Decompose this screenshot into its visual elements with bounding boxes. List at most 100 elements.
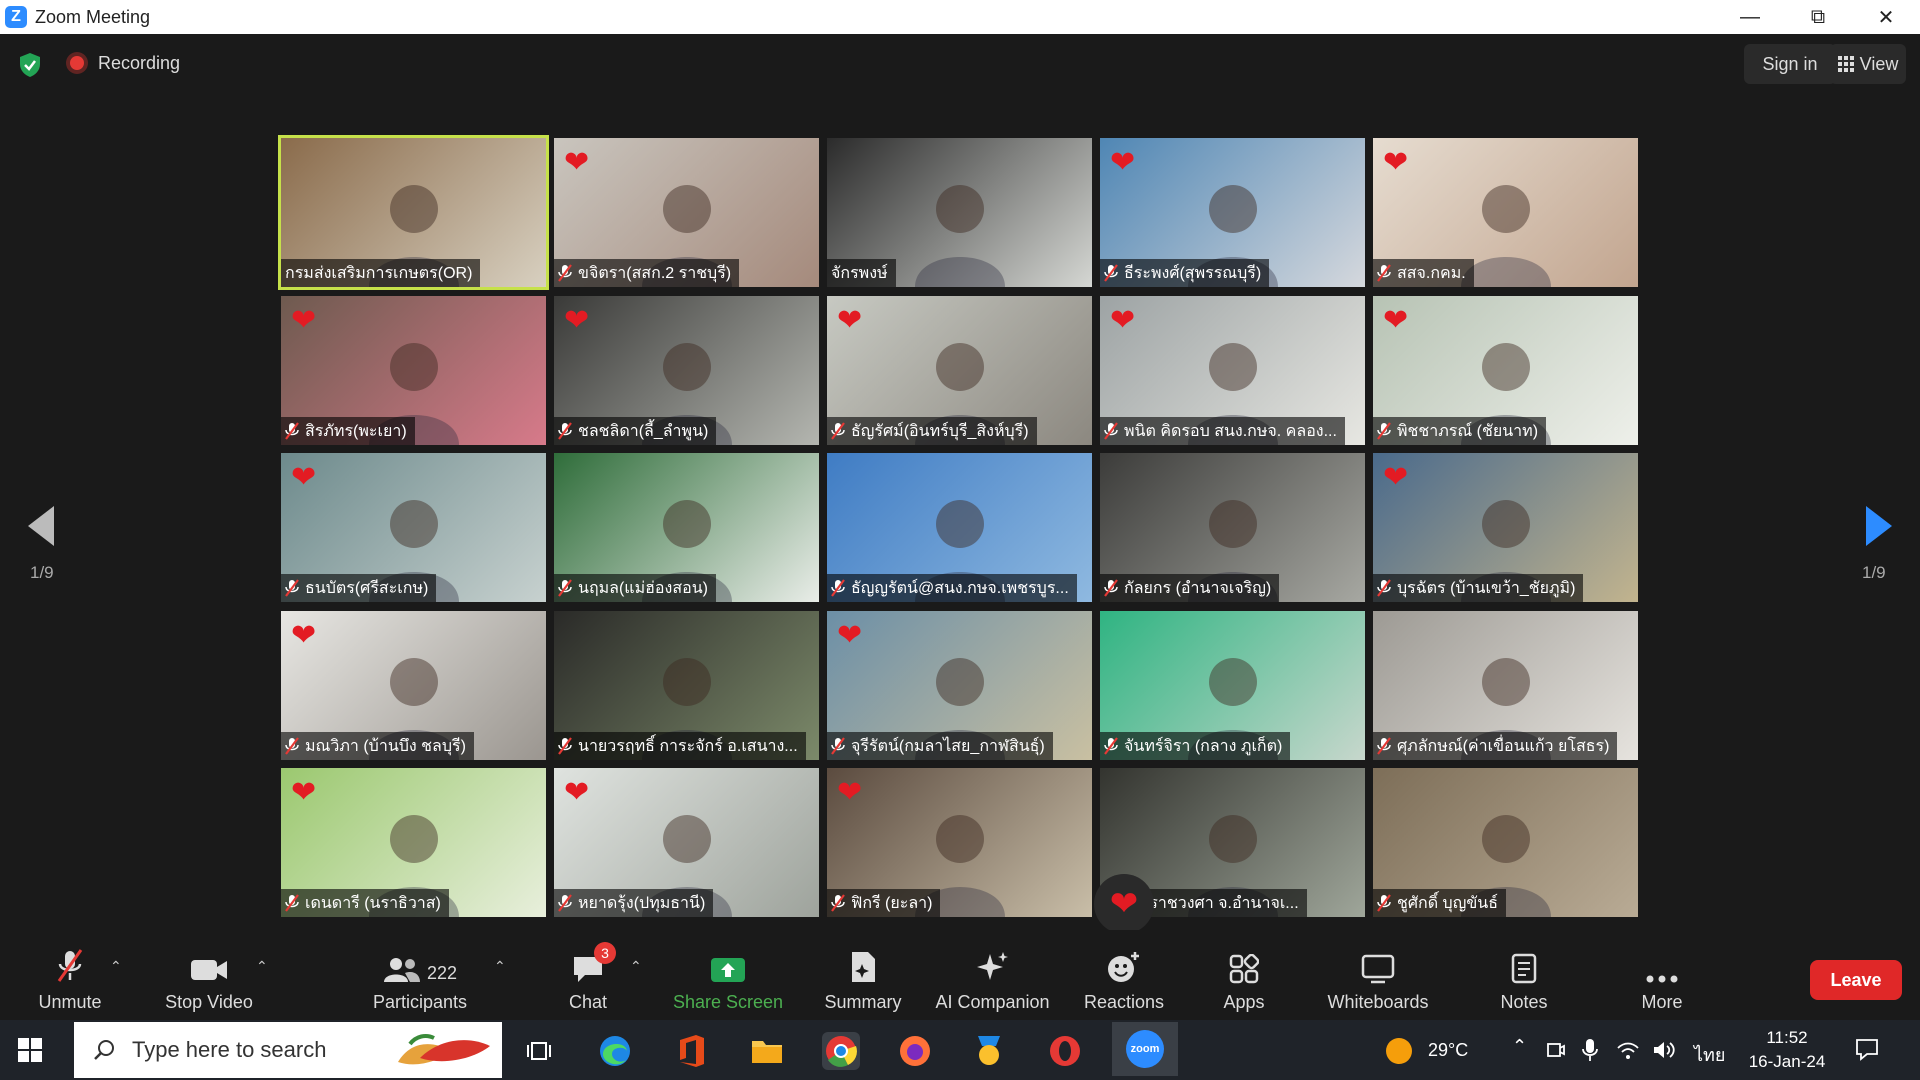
participant-video-tile[interactable]: กรมส่งเสริมการเกษตร(OR) <box>278 135 549 290</box>
firefox-icon[interactable] <box>896 1032 934 1070</box>
participant-video-tile[interactable]: ศุภลักษณ์(ค่าเขื่อนแก้ว ยโสธร) <box>1373 611 1638 760</box>
participants-icon <box>383 958 420 982</box>
participant-video-tile[interactable]: ❤ ธนบัตร(ศรีสะเกษ) <box>281 453 546 602</box>
participant-video-tile[interactable]: ชูศักดิ์ บุญขันธ์ <box>1373 768 1638 917</box>
notification-center-icon[interactable] <box>1855 1037 1879 1061</box>
participant-video-tile[interactable]: ❤ มณวิภา (บ้านบึง ชลบุรี) <box>281 611 546 760</box>
office-icon[interactable] <box>672 1032 710 1070</box>
participant-video-tile[interactable]: ❤ ธีระพงศ์(สุพรรณบุรี) <box>1100 138 1365 287</box>
apps-icon <box>1229 940 1259 984</box>
participant-name: พิชชาภรณ์ (ชัยนาท) <box>1397 422 1539 440</box>
award-app-icon[interactable] <box>970 1032 1008 1070</box>
participant-video-tile[interactable]: กัลยกร (อำนาจเจริญ) <box>1100 453 1365 602</box>
muted-mic-icon <box>558 579 572 597</box>
participant-video-tile[interactable]: ❤ เดนดารี (นราธิวาส) <box>281 768 546 917</box>
microphone-tray-icon[interactable] <box>1582 1038 1598 1067</box>
muted-mic-icon <box>285 737 299 755</box>
participant-video-tile[interactable]: ❤ ฟิกรี (ยะลา) <box>827 768 1092 917</box>
participant-video-tile[interactable]: ❤ สสจ.กคม. <box>1373 138 1638 287</box>
heart-reaction-icon: ❤ <box>1110 146 1136 179</box>
ai-companion-button[interactable]: AI Companion <box>930 940 1055 1030</box>
participant-name-label: ธนบัตร(ศรีสะเกษ) <box>281 574 437 602</box>
participant-video-tile[interactable]: จักรพงษ์ <box>827 138 1092 287</box>
heart-reaction-icon: ❤ <box>564 146 590 179</box>
ai-sparkle-icon <box>975 940 1011 984</box>
file-explorer-icon[interactable] <box>748 1032 786 1070</box>
notes-button[interactable]: Notes <box>1484 940 1564 1030</box>
chat-unread-badge: 3 <box>594 942 616 964</box>
participant-name: ชลชลิดา(ลี้_ลำพูน) <box>578 422 709 440</box>
whiteboards-label: Whiteboards <box>1327 992 1429 1012</box>
participant-video-tile[interactable]: ❤ บุรฉัตร (บ้านเขว้า_ชัยภูมิ) <box>1373 453 1638 602</box>
participant-video-tile[interactable]: ❤ จุรีรัตน์(กมลาไสย_กาฬสินธุ์) <box>827 611 1092 760</box>
muted-mic-icon <box>1377 422 1391 440</box>
chrome-icon[interactable] <box>822 1032 860 1070</box>
participant-name: จันทร์จิรา (กลาง ภูเก็ต) <box>1124 737 1283 755</box>
input-language[interactable]: ไทย <box>1694 1040 1725 1069</box>
participant-video-tile[interactable]: ธัญญรัตน์@สนง.กษจ.เพชรบูร... <box>827 453 1092 602</box>
heart-reaction-icon: ❤ <box>291 776 317 809</box>
participant-video-tile[interactable]: ❤ ขจิตรา(สสก.2 ราชบุรี) <box>554 138 819 287</box>
more-button[interactable]: More <box>1622 940 1702 1030</box>
muted-mic-icon <box>1104 737 1118 755</box>
more-label: More <box>1641 992 1683 1012</box>
task-view-icon[interactable] <box>520 1032 558 1070</box>
muted-mic-icon <box>285 422 299 440</box>
muted-mic-icon <box>1104 579 1118 597</box>
summary-button[interactable]: Summary <box>808 940 918 1030</box>
reactions-button[interactable]: Reactions <box>1074 940 1174 1030</box>
chat-button[interactable]: Chat <box>548 940 628 1030</box>
weather-temperature[interactable]: 29°C <box>1428 1040 1468 1061</box>
participant-video-tile[interactable]: นายวรฤทธิ์ การะจักร์ อ.เสนาง... <box>554 611 819 760</box>
muted-mic-icon <box>558 264 572 282</box>
share-screen-button[interactable]: Share Screen <box>668 940 788 1030</box>
participant-video-tile[interactable]: ❤ ชลชลิดา(ลี้_ลำพูน) <box>554 296 819 445</box>
participants-options-caret-icon[interactable]: ⌃ <box>494 958 506 975</box>
participants-button[interactable]: 222 Participants <box>360 940 480 1030</box>
participant-video-tile[interactable]: ❤ พนิต คิดรอบ สนง.กษจ. คลอง... <box>1100 296 1365 445</box>
meet-now-icon[interactable] <box>1546 1040 1566 1065</box>
more-dots-icon <box>1645 940 1679 984</box>
participant-video-tile[interactable]: ❤ ธัญรัศม์(อินทร์บุรี_สิงห์บุรี) <box>827 296 1092 445</box>
participant-name-label: ขจิตรา(สสก.2 ราชบุรี) <box>554 259 740 287</box>
participant-name: ขจิตรา(สสก.2 ราชบุรี) <box>578 264 732 282</box>
volume-icon[interactable] <box>1652 1040 1676 1065</box>
video-gallery: กรมส่งเสริมการเกษตร(OR) ❤ ขจิตรา(สสก.2 ราช… <box>0 0 1920 920</box>
participant-video-tile[interactable]: ❤ หยาดรุ้ง(ปทุมธานี) <box>554 768 819 917</box>
participant-video-tile[interactable]: ❤ สิรภัทร(พะเยา) <box>281 296 546 445</box>
participant-name-label: พิชชาภรณ์ (ชัยนาท) <box>1373 417 1547 445</box>
chat-options-caret-icon[interactable]: ⌃ <box>630 958 642 975</box>
heart-reaction-icon: ❤ <box>837 304 863 337</box>
participant-name-label: นายวรฤทธิ์ การะจักร์ อ.เสนาง... <box>554 732 806 760</box>
video-options-caret-icon[interactable]: ⌃ <box>256 958 268 975</box>
unmute-button[interactable]: Unmute <box>20 940 120 1030</box>
taskbar-clock[interactable]: 11:52 16-Jan-24 <box>1742 1026 1832 1074</box>
taskbar-search-box[interactable]: Type here to search <box>74 1022 502 1078</box>
weather-sun-icon[interactable] <box>1384 1036 1414 1071</box>
show-hidden-icons-chevron-icon[interactable]: ⌃ <box>1512 1036 1527 1057</box>
apps-button[interactable]: Apps <box>1204 940 1284 1030</box>
stop-video-button[interactable]: Stop Video <box>154 940 264 1030</box>
zoom-taskbar-button[interactable]: zoom <box>1112 1022 1178 1076</box>
leave-button[interactable]: Leave <box>1810 960 1902 1000</box>
participant-video-tile[interactable]: ❤ พิชชาภรณ์ (ชัยนาท) <box>1373 296 1638 445</box>
windows-start-icon[interactable] <box>18 1038 42 1062</box>
summary-label: Summary <box>824 992 902 1012</box>
audio-options-caret-icon[interactable]: ⌃ <box>110 958 122 975</box>
participant-name: พนิต คิดรอบ สนง.กษจ. คลอง... <box>1124 422 1337 440</box>
opera-icon[interactable] <box>1046 1032 1084 1070</box>
whiteboards-button[interactable]: Whiteboards <box>1318 940 1438 1030</box>
participant-name-label: จักรพงษ์ <box>827 259 896 287</box>
search-icon <box>94 1040 114 1060</box>
muted-mic-icon <box>1104 422 1118 440</box>
muted-mic-icon <box>1377 264 1391 282</box>
participant-video-tile[interactable]: จันทร์จิรา (กลาง ภูเก็ต) <box>1100 611 1365 760</box>
muted-mic-icon <box>1377 737 1391 755</box>
participant-video-tile[interactable]: นฤมล(แม่ฮ่องสอน) <box>554 453 819 602</box>
wifi-icon[interactable] <box>1616 1040 1640 1065</box>
participant-name-label: ธัญรัศม์(อินทร์บุรี_สิงห์บุรี) <box>827 417 1037 445</box>
participant-name-label: ฟิกรี (ยะลา) <box>827 889 941 917</box>
participant-name-label: ศุภลักษณ์(ค่าเขื่อนแก้ว ยโสธร) <box>1373 732 1618 760</box>
edge-browser-icon[interactable] <box>596 1032 634 1070</box>
participant-name-label: สสจ.กคม. <box>1373 259 1474 287</box>
